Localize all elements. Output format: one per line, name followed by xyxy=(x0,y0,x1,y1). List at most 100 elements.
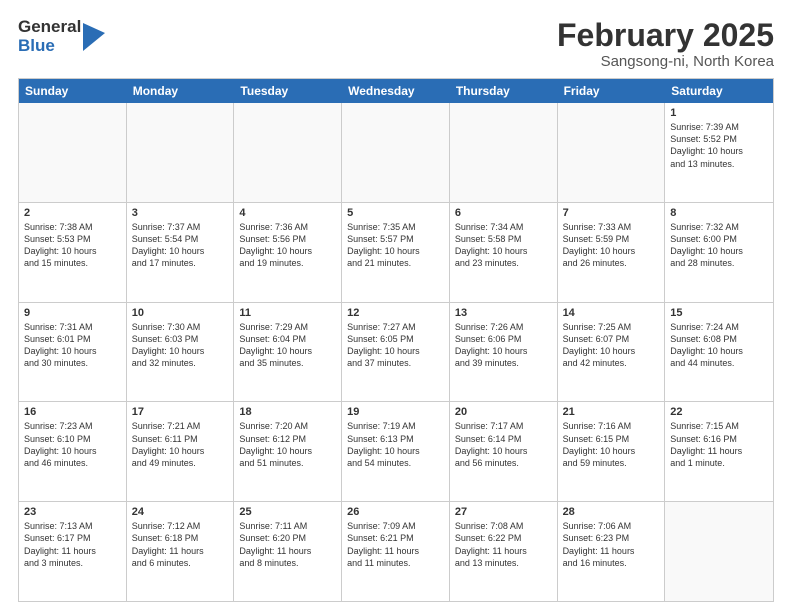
day-info: Sunrise: 7:26 AM Sunset: 6:06 PM Dayligh… xyxy=(455,321,552,370)
calendar-cell: 27 Sunrise: 7:08 AM Sunset: 6:22 PM Dayli… xyxy=(450,502,558,601)
day-info: Sunrise: 7:32 AM Sunset: 6:00 PM Dayligh… xyxy=(670,221,768,270)
calendar-cell: 24 Sunrise: 7:12 AM Sunset: 6:18 PM Dayli… xyxy=(127,502,235,601)
calendar-row: 2 Sunrise: 7:38 AM Sunset: 5:53 PM Daylig… xyxy=(19,203,773,303)
day-info: Sunrise: 7:19 AM Sunset: 6:13 PM Dayligh… xyxy=(347,420,444,469)
logo-general: General xyxy=(18,17,81,36)
day-number: 25 xyxy=(239,506,336,518)
day-number: 17 xyxy=(132,406,229,418)
day-info: Sunrise: 7:13 AM Sunset: 6:17 PM Dayligh… xyxy=(24,520,121,569)
calendar-cell: 26 Sunrise: 7:09 AM Sunset: 6:21 PM Dayli… xyxy=(342,502,450,601)
page: General Blue February 2025 Sangsong-ni, … xyxy=(0,0,792,612)
day-info: Sunrise: 7:30 AM Sunset: 6:03 PM Dayligh… xyxy=(132,321,229,370)
calendar-header-cell: Sunday xyxy=(19,79,127,103)
calendar-header-cell: Saturday xyxy=(665,79,773,103)
calendar-cell: 28Sunrise: 7:06 AM Sunset: 6:23 PM Dayli… xyxy=(558,502,666,601)
calendar-cell: 7 Sunrise: 7:33 AM Sunset: 5:59 PM Daylig… xyxy=(558,203,666,302)
logo-icon xyxy=(83,23,105,51)
calendar-cell xyxy=(665,502,773,601)
calendar-cell xyxy=(450,103,558,202)
calendar-row: 23 Sunrise: 7:13 AM Sunset: 6:17 PM Dayli… xyxy=(19,502,773,601)
day-number: 12 xyxy=(347,307,444,319)
day-info: Sunrise: 7:29 AM Sunset: 6:04 PM Dayligh… xyxy=(239,321,336,370)
header: General Blue February 2025 Sangsong-ni, … xyxy=(18,18,774,70)
title-location: Sangsong-ni, North Korea xyxy=(557,53,774,70)
day-info: Sunrise: 7:27 AM Sunset: 6:05 PM Dayligh… xyxy=(347,321,444,370)
calendar-cell: 20Sunrise: 7:17 AM Sunset: 6:14 PM Dayli… xyxy=(450,402,558,501)
calendar-cell: 3 Sunrise: 7:37 AM Sunset: 5:54 PM Daylig… xyxy=(127,203,235,302)
day-info: Sunrise: 7:38 AM Sunset: 5:53 PM Dayligh… xyxy=(24,221,121,270)
day-info: Sunrise: 7:12 AM Sunset: 6:18 PM Dayligh… xyxy=(132,520,229,569)
day-info: Sunrise: 7:33 AM Sunset: 5:59 PM Dayligh… xyxy=(563,221,660,270)
calendar-row: 16 Sunrise: 7:23 AM Sunset: 6:10 PM Dayli… xyxy=(19,402,773,502)
day-info: Sunrise: 7:24 AM Sunset: 6:08 PM Dayligh… xyxy=(670,321,768,370)
calendar-header-cell: Wednesday xyxy=(342,79,450,103)
day-number: 9 xyxy=(24,307,121,319)
calendar-cell: 1 Sunrise: 7:39 AM Sunset: 5:52 PM Daylig… xyxy=(665,103,773,202)
day-number: 26 xyxy=(347,506,444,518)
day-info: Sunrise: 7:09 AM Sunset: 6:21 PM Dayligh… xyxy=(347,520,444,569)
calendar-cell: 14Sunrise: 7:25 AM Sunset: 6:07 PM Dayli… xyxy=(558,303,666,402)
day-number: 22 xyxy=(670,406,768,418)
calendar-header-cell: Tuesday xyxy=(234,79,342,103)
calendar-cell: 2 Sunrise: 7:38 AM Sunset: 5:53 PM Daylig… xyxy=(19,203,127,302)
day-info: Sunrise: 7:39 AM Sunset: 5:52 PM Dayligh… xyxy=(670,121,768,170)
calendar-cell: 19 Sunrise: 7:19 AM Sunset: 6:13 PM Dayli… xyxy=(342,402,450,501)
calendar-cell: 22Sunrise: 7:15 AM Sunset: 6:16 PM Dayli… xyxy=(665,402,773,501)
day-info: Sunrise: 7:21 AM Sunset: 6:11 PM Dayligh… xyxy=(132,420,229,469)
title-block: February 2025 Sangsong-ni, North Korea xyxy=(557,18,774,70)
logo-blue: Blue xyxy=(18,36,55,55)
day-number: 3 xyxy=(132,207,229,219)
day-number: 18 xyxy=(239,406,336,418)
calendar-cell: 11Sunrise: 7:29 AM Sunset: 6:04 PM Dayli… xyxy=(234,303,342,402)
day-number: 21 xyxy=(563,406,660,418)
calendar-cell: 6 Sunrise: 7:34 AM Sunset: 5:58 PM Daylig… xyxy=(450,203,558,302)
day-number: 10 xyxy=(132,307,229,319)
day-number: 23 xyxy=(24,506,121,518)
day-info: Sunrise: 7:34 AM Sunset: 5:58 PM Dayligh… xyxy=(455,221,552,270)
calendar-row: 1 Sunrise: 7:39 AM Sunset: 5:52 PM Daylig… xyxy=(19,103,773,203)
calendar-cell: 25 Sunrise: 7:11 AM Sunset: 6:20 PM Dayli… xyxy=(234,502,342,601)
day-number: 27 xyxy=(455,506,552,518)
day-info: Sunrise: 7:11 AM Sunset: 6:20 PM Dayligh… xyxy=(239,520,336,569)
calendar-cell: 12 Sunrise: 7:27 AM Sunset: 6:05 PM Dayli… xyxy=(342,303,450,402)
day-number: 8 xyxy=(670,207,768,219)
calendar-header-cell: Thursday xyxy=(450,79,558,103)
day-number: 19 xyxy=(347,406,444,418)
calendar-cell: 9 Sunrise: 7:31 AM Sunset: 6:01 PM Daylig… xyxy=(19,303,127,402)
day-number: 13 xyxy=(455,307,552,319)
day-number: 2 xyxy=(24,207,121,219)
day-number: 14 xyxy=(563,307,660,319)
calendar-cell: 4 Sunrise: 7:36 AM Sunset: 5:56 PM Daylig… xyxy=(234,203,342,302)
day-number: 28 xyxy=(563,506,660,518)
calendar-cell: 8 Sunrise: 7:32 AM Sunset: 6:00 PM Daylig… xyxy=(665,203,773,302)
calendar-cell xyxy=(234,103,342,202)
calendar-cell: 16 Sunrise: 7:23 AM Sunset: 6:10 PM Dayli… xyxy=(19,402,127,501)
day-info: Sunrise: 7:37 AM Sunset: 5:54 PM Dayligh… xyxy=(132,221,229,270)
calendar-cell: 5Sunrise: 7:35 AM Sunset: 5:57 PM Daylig… xyxy=(342,203,450,302)
day-info: Sunrise: 7:31 AM Sunset: 6:01 PM Dayligh… xyxy=(24,321,121,370)
calendar-header-cell: Monday xyxy=(127,79,235,103)
calendar-cell: 15 Sunrise: 7:24 AM Sunset: 6:08 PM Dayli… xyxy=(665,303,773,402)
day-info: Sunrise: 7:23 AM Sunset: 6:10 PM Dayligh… xyxy=(24,420,121,469)
title-month: February 2025 xyxy=(557,18,774,53)
day-info: Sunrise: 7:36 AM Sunset: 5:56 PM Dayligh… xyxy=(239,221,336,270)
day-number: 6 xyxy=(455,207,552,219)
calendar-cell: 18 Sunrise: 7:20 AM Sunset: 6:12 PM Dayli… xyxy=(234,402,342,501)
day-number: 20 xyxy=(455,406,552,418)
calendar-cell: 17 Sunrise: 7:21 AM Sunset: 6:11 PM Dayli… xyxy=(127,402,235,501)
day-number: 15 xyxy=(670,307,768,319)
day-info: Sunrise: 7:35 AM Sunset: 5:57 PM Dayligh… xyxy=(347,221,444,270)
calendar: SundayMondayTuesdayWednesdayThursdayFrid… xyxy=(18,78,774,602)
calendar-cell xyxy=(127,103,235,202)
day-info: Sunrise: 7:08 AM Sunset: 6:22 PM Dayligh… xyxy=(455,520,552,569)
day-number: 24 xyxy=(132,506,229,518)
day-number: 7 xyxy=(563,207,660,219)
day-number: 1 xyxy=(670,107,768,119)
day-number: 4 xyxy=(239,207,336,219)
calendar-cell: 10 Sunrise: 7:30 AM Sunset: 6:03 PM Dayli… xyxy=(127,303,235,402)
day-info: Sunrise: 7:20 AM Sunset: 6:12 PM Dayligh… xyxy=(239,420,336,469)
day-number: 16 xyxy=(24,406,121,418)
calendar-cell xyxy=(558,103,666,202)
calendar-cell xyxy=(19,103,127,202)
calendar-cell: 23 Sunrise: 7:13 AM Sunset: 6:17 PM Dayli… xyxy=(19,502,127,601)
